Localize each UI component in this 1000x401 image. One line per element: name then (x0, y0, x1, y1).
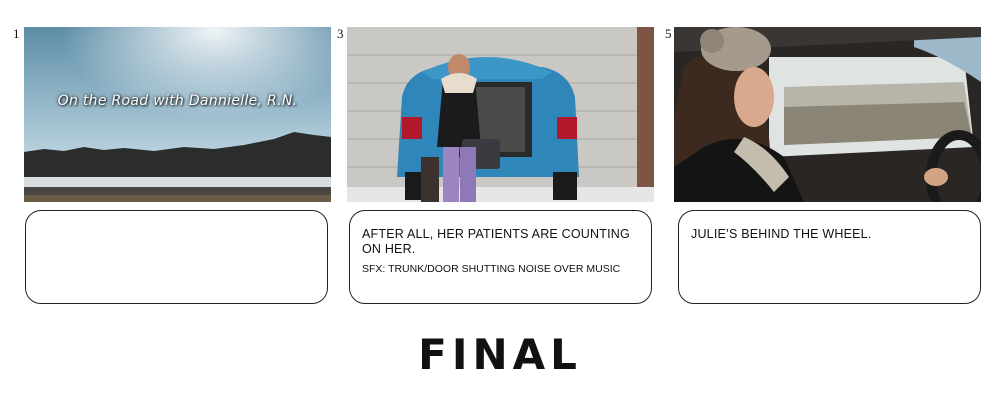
woman-at-car-trunk-image (347, 27, 654, 202)
frame-number-3: 3 (337, 26, 344, 41)
frame-number-1: 1 (13, 26, 20, 41)
caption-voiceover: JULIE’S BEHIND THE WHEEL. (691, 227, 872, 241)
final-label: FINAL (418, 330, 582, 379)
storyboard-frame-5 (674, 27, 981, 202)
caption-box-1 (25, 210, 328, 304)
storyboard-frame-3 (347, 27, 654, 202)
caption-sfx: SFX: TRUNK/DOOR SHUTTING NOISE OVER MUSI… (362, 263, 621, 275)
caption-box-3: AFTER ALL, HER PATIENTS ARE COUNTING ON … (349, 210, 652, 304)
woman-driving-image (674, 27, 981, 202)
storyboard-frame-1: On the Road with Dannielle, R.N. (24, 27, 331, 202)
caption-voiceover: AFTER ALL, HER PATIENTS ARE COUNTING ON … (362, 227, 630, 256)
caption-box-5: JULIE’S BEHIND THE WHEEL. (678, 210, 981, 304)
video-title-overlay: On the Road with Dannielle, R.N. (57, 93, 298, 109)
landscape-image (24, 27, 331, 202)
frame-number-5: 5 (665, 26, 672, 41)
